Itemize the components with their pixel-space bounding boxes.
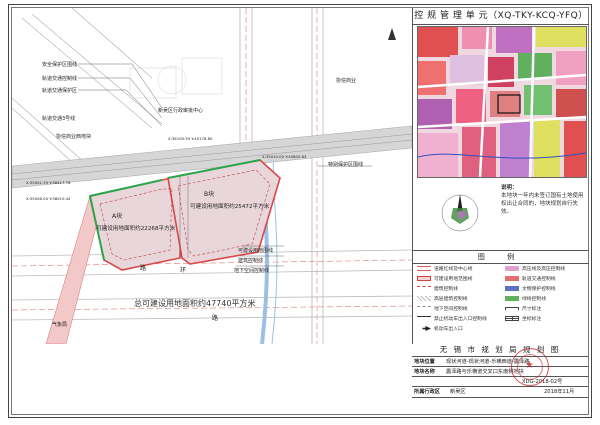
side-panel: 控 规 管 理 单 元（XQ-TKY-KCQ-YFQ） 说明： 本地块一年内未签… (412, 8, 589, 344)
line-label-buildable: 可建设用地围线 (238, 247, 273, 254)
line-label-special: 特别保护区围线 (328, 161, 363, 168)
legend-swatch (417, 286, 431, 291)
legend-item-hv: 高压线及高压控制线 (505, 266, 565, 273)
parcel-b-id: B块 (204, 190, 214, 198)
tb-date: 2018年11月 (544, 389, 575, 395)
parcel-b-area: 可建设用地面积约25472平方米 (190, 202, 270, 210)
bureau-title: 无 锡 市 规 划 局 规 划 图 (439, 345, 561, 354)
legend-item-buildable: 可建设用地范围线 (417, 276, 472, 283)
line-label-rail-3: 轨道交通3号线 (42, 115, 75, 122)
legend-swatch (417, 296, 431, 301)
road-char-1: 环 (180, 267, 186, 274)
parcel-a-area: 可建设用地面积约22268平方米 (96, 224, 176, 232)
legend-item-vehicle-entry: 机动车出入口 (417, 326, 463, 333)
legend-swatch (417, 316, 431, 321)
minimap-svg (418, 27, 586, 177)
legend-label: 高层建筑控制线 (434, 297, 468, 302)
legend-label: 机动车出入口 (434, 327, 463, 332)
notes-label: 说明： (501, 185, 518, 191)
legend-item-building-ctrl: 建筑控制线 (417, 286, 458, 293)
line-label-rail-protect: 轨道交通保护区 (42, 87, 77, 94)
legend-swatch (417, 276, 431, 281)
tb-key: 所属行政区 (414, 389, 440, 395)
label-xiexin-west: 协信商业西地块 (56, 133, 91, 140)
legend-item-highrise: 高层建筑控制线 (417, 296, 468, 303)
control-unit-title: 控 规 管 理 单 元（XQ-TKY-KCQ-YFQ） (413, 8, 589, 25)
road-char-2: 路 (140, 264, 146, 272)
site-map: 新吴区行政审批中心 协信商业 协信商业西地块 气象局 安全保护区围线 轨道交通控… (12, 8, 412, 344)
legend-label: 尺寸标注 (522, 307, 542, 312)
label-admin-center: 新吴区行政审批中心 (158, 107, 203, 114)
legend-label: 高压线及高压控制线 (522, 267, 566, 272)
coord-4: X:35010.00 Y:40800.63 (262, 154, 307, 159)
arrow-icon (417, 326, 431, 331)
seal-star-icon: ★ (525, 360, 534, 371)
coord-2: X:36109.39 Y:40178.80 (168, 136, 213, 141)
legend-label: 建筑控制线 (434, 287, 458, 292)
legend-swatch (417, 266, 431, 271)
line-label-rail-ctrl: 轨道交通控制线 (42, 75, 77, 82)
planning-sheet: 新吴区行政审批中心 协信商业 协信商业西地块 气象局 安全保护区围线 轨道交通控… (0, 0, 600, 425)
legend-item-no-entry: 禁止机动车出入口控制线 (417, 316, 487, 323)
legend-swatch (505, 276, 519, 281)
legend-item-road: 道路红线及中心线 (417, 266, 472, 273)
legend-label: 轨道交通控制线 (522, 277, 556, 282)
legend-title: 图 例 (413, 250, 589, 264)
label-xiexin-commercial: 协信商业 (336, 77, 356, 84)
legend-swatch (505, 316, 519, 321)
notes-text: 本地块一年内未签订国有土地使用权出让合同的，地块规划自行失效。 (501, 193, 584, 215)
compass-svg (441, 194, 479, 232)
legend: 道路红线及中心线 可建设用地范围线 建筑控制线 高层建筑控制线 地下空间控制线 … (413, 264, 589, 344)
legend-swatch (505, 296, 519, 301)
legend-item-green: 绿线控制线 (505, 296, 546, 303)
legend-label: 文物保护控制线 (522, 287, 556, 292)
tb-row-district: 所属行政区 新吴区 2018年11月 (412, 386, 588, 398)
context-minimap (417, 26, 587, 178)
compass-rose (435, 188, 485, 238)
legend-item-rail: 轨道交通控制线 (505, 276, 556, 283)
legend-label: 地下空间控制线 (434, 307, 468, 312)
legend-item-heritage: 文物保护控制线 (505, 286, 556, 293)
line-label-underground: 地下空间控制线 (234, 267, 269, 274)
legend-label: 禁止机动车出入口控制线 (434, 317, 487, 322)
legend-swatch (417, 306, 431, 311)
tb-value: 新吴区 (450, 389, 466, 395)
map-area: 新吴区行政审批中心 协信商业 协信商业西地块 气象局 安全保护区围线 轨道交通控… (12, 8, 412, 344)
legend-item-underground: 地下空间控制线 (417, 306, 468, 313)
road-char-3: 路 (212, 314, 218, 322)
label-meteorology: 气象局 (52, 321, 67, 328)
official-seal: ★ (511, 348, 549, 386)
coord-1: X:35001.39 Y:38417.78 (26, 180, 71, 185)
parcel-a-id: A块 (112, 212, 122, 220)
line-label-safety: 安全保护区围线 (42, 61, 77, 68)
legend-label: 可建设用地范围线 (434, 277, 473, 282)
legend-swatch (505, 307, 519, 310)
legend-label: 道路红线及中心线 (434, 267, 473, 272)
coord-3: X:35006.00 Y:38010.44 (26, 196, 71, 201)
notes: 说明： 本地块一年内未签订国有土地使用权出让合同的，地块规划自行失效。 (501, 184, 587, 216)
legend-item-dim: 尺寸标注 (505, 306, 541, 313)
legend-label: 绿线控制线 (522, 297, 546, 302)
legend-label: 坐标标注 (522, 317, 542, 322)
legend-swatch (505, 286, 519, 291)
legend-swatch (505, 266, 519, 271)
title-block: 无 锡 市 规 划 局 规 划 图 地块位置 现状河道-现状河道-乐横西道-震泽… (412, 344, 588, 414)
legend-item-coord: 坐标标注 (505, 316, 541, 323)
total-area: 总可建设用地面积约47740平方米 (134, 298, 255, 308)
line-label-building-ctrl: 建筑控制线 (238, 257, 263, 264)
